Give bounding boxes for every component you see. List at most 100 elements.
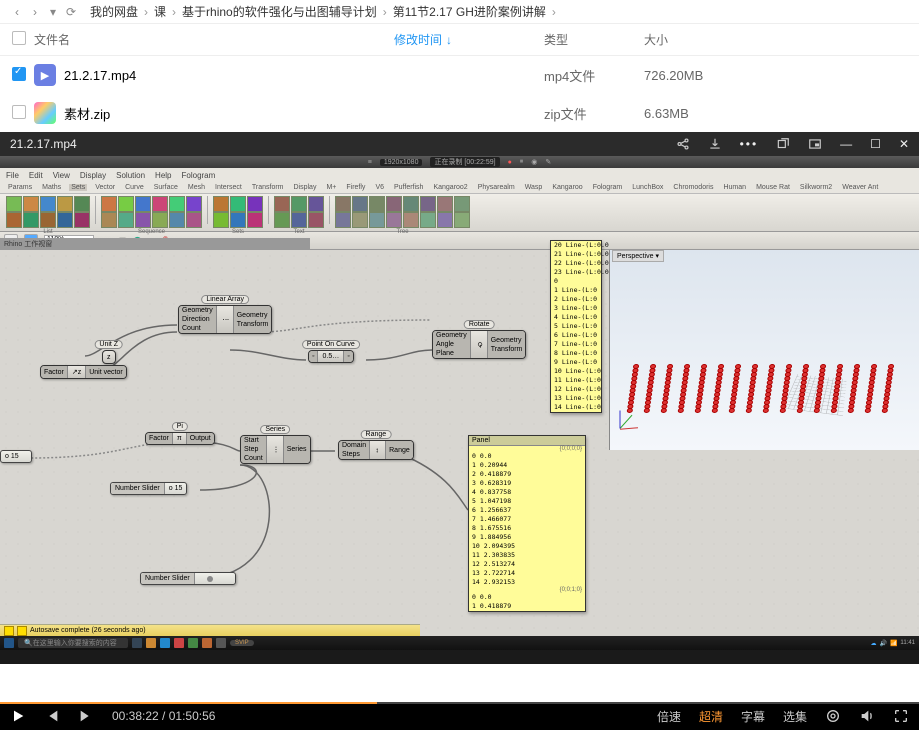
crumb[interactable]: 我的网盘 <box>86 3 142 20</box>
next-icon[interactable] <box>78 708 94 724</box>
tab[interactable]: Sets <box>69 184 87 191</box>
comp-point-on-curve[interactable]: Point On Curve ◦ 0.5… ◦ <box>308 350 354 363</box>
pip-icon[interactable] <box>808 137 822 151</box>
col-modified[interactable]: 修改时间↓ <box>394 31 544 48</box>
tab[interactable]: Intersect <box>213 184 244 191</box>
file-row[interactable]: 素材.zip zip文件 6.63MB <box>0 94 919 132</box>
windows-taskbar[interactable]: 🔍 在这里输入你要搜索的内容 SVIP ☁ 🔊 📶 11:41 <box>0 636 919 650</box>
crumb[interactable]: 课 <box>150 3 170 20</box>
number-slider[interactable]: Number Slidero 15 <box>110 482 187 495</box>
comp-unit-z[interactable]: Unit Z z <box>102 350 116 364</box>
nav-dropdown-icon[interactable]: ▾ <box>44 5 62 19</box>
speed-button[interactable]: 倍速 <box>657 708 681 725</box>
menu-item[interactable]: Fologram <box>182 171 216 180</box>
number-slider[interactable]: Number Slider <box>140 572 236 585</box>
tray-icon[interactable]: 🔊 <box>879 640 886 647</box>
nav-fwd-icon[interactable]: › <box>26 5 44 19</box>
tray-icon[interactable]: ☁ <box>870 640 876 647</box>
episodes-button[interactable]: 选集 <box>783 708 807 725</box>
gh-ribbon[interactable]: List Sequence Sets Text Tree <box>0 194 919 232</box>
panel-lines[interactable]: 20 Line-(L:0.021 Line-(L:0.022 Line-(L:0… <box>550 240 602 413</box>
crumb[interactable]: 第11节2.17 GH进阶案例讲解 <box>389 3 550 20</box>
close-icon[interactable]: ✕ <box>899 137 909 151</box>
subtitle-button[interactable]: 字幕 <box>741 708 765 725</box>
tab[interactable]: Kangaroo <box>550 184 584 191</box>
number-slider[interactable]: o 15 <box>0 450 32 463</box>
comp-pi[interactable]: Pi Factor π Output <box>145 432 215 445</box>
tab[interactable]: Curve <box>123 184 146 191</box>
file-size: 726.20MB <box>644 68 744 83</box>
file-row[interactable]: ▶21.2.17.mp4 mp4文件 726.20MB <box>0 56 919 94</box>
row-checkbox[interactable] <box>12 105 26 119</box>
tab[interactable]: Surface <box>152 184 180 191</box>
comp-linear-array[interactable]: Linear Array GeometryDirectionCount ⋮ Ge… <box>178 305 272 334</box>
taskbar-app[interactable] <box>216 638 226 648</box>
tab[interactable]: Vector <box>93 184 117 191</box>
tray-icon[interactable]: 📶 <box>890 640 897 647</box>
tab[interactable]: Params <box>6 184 34 191</box>
comp-series[interactable]: Series StartStepCount ⋯ Series <box>240 435 311 464</box>
play-icon[interactable] <box>10 708 26 724</box>
tab[interactable]: M+ <box>324 184 338 191</box>
tab[interactable]: Chromodoris <box>671 184 715 191</box>
download-icon[interactable] <box>708 137 722 151</box>
tab[interactable]: V6 <box>373 184 386 191</box>
nav-back-icon[interactable]: ‹ <box>8 5 26 19</box>
taskbar-app[interactable] <box>174 638 184 648</box>
quality-button[interactable]: 超清 <box>699 708 723 725</box>
refresh-icon[interactable]: ⟳ <box>62 5 80 19</box>
col-size[interactable]: 大小 <box>644 31 744 48</box>
menu-item[interactable]: Display <box>80 171 106 180</box>
menu-item[interactable]: Edit <box>29 171 43 180</box>
tab[interactable]: Silkworm2 <box>798 184 834 191</box>
menu-item[interactable]: View <box>53 171 70 180</box>
taskbar-search[interactable]: 🔍 在这里输入你要搜索的内容 <box>18 638 128 648</box>
taskbar-app[interactable] <box>146 638 156 648</box>
menu-item[interactable]: Solution <box>116 171 145 180</box>
tab[interactable]: Transform <box>250 184 286 191</box>
gh-menu-bar[interactable]: File Edit View Display Solution Help Fol… <box>0 168 919 182</box>
tab[interactable]: Firefly <box>344 184 367 191</box>
taskbar-app[interactable] <box>202 638 212 648</box>
rhino-viewport[interactable]: Perspective ▾ <box>609 250 919 450</box>
tab[interactable]: LunchBox <box>630 184 665 191</box>
tab[interactable]: Mouse Rat <box>754 184 792 191</box>
tab[interactable]: Fologram <box>591 184 625 191</box>
comp-rotate[interactable]: Rotate GeometryAnglePlane ⟳ GeometryTran… <box>432 330 526 359</box>
tab[interactable]: Pufferfish <box>392 184 425 191</box>
panel-range-output[interactable]: Panel {0;0;0;0} 0 0.01 0.209442 0.418879… <box>468 435 586 612</box>
taskbar-app[interactable] <box>188 638 198 648</box>
maximize-icon[interactable]: ☐ <box>870 137 881 151</box>
tab[interactable]: Maths <box>40 184 63 191</box>
taskbar-app[interactable] <box>160 638 170 648</box>
file-type: zip文件 <box>544 104 644 123</box>
crumb[interactable]: 基于rhino的软件强化与出图辅导计划 <box>178 3 381 20</box>
tab[interactable]: Display <box>292 184 319 191</box>
prev-icon[interactable] <box>44 708 60 724</box>
tab[interactable]: Physarealm <box>476 184 517 191</box>
tab[interactable]: Human <box>721 184 748 191</box>
window-icon[interactable] <box>776 137 790 151</box>
tab[interactable]: Mesh <box>186 184 207 191</box>
comp-range[interactable]: Range DomainSteps ↔ Range <box>338 440 414 460</box>
gh-tab-bar[interactable]: Params Maths Sets Vector Curve Surface M… <box>0 182 919 194</box>
taskbar-app[interactable] <box>132 638 142 648</box>
col-name[interactable]: 文件名 <box>34 31 394 48</box>
loop-icon[interactable] <box>825 708 841 724</box>
more-icon[interactable]: ••• <box>740 137 759 151</box>
tab[interactable]: Weaver Ant <box>840 184 880 191</box>
select-all-checkbox[interactable] <box>12 31 26 45</box>
minimize-icon[interactable]: — <box>840 137 852 151</box>
win-start-icon[interactable] <box>4 638 14 648</box>
comp-unit-vector[interactable]: Factor ↗z Unit vector <box>40 365 127 379</box>
tab[interactable]: Wasp <box>523 184 545 191</box>
volume-icon[interactable] <box>859 708 875 724</box>
menu-item[interactable]: Help <box>155 171 171 180</box>
row-checkbox[interactable] <box>12 67 26 81</box>
col-type[interactable]: 类型 <box>544 31 644 48</box>
menu-item[interactable]: File <box>6 171 19 180</box>
tab[interactable]: Kangaroo2 <box>431 184 469 191</box>
progress-bar[interactable] <box>0 702 919 704</box>
fullscreen-icon[interactable] <box>893 708 909 724</box>
share-icon[interactable] <box>676 137 690 151</box>
